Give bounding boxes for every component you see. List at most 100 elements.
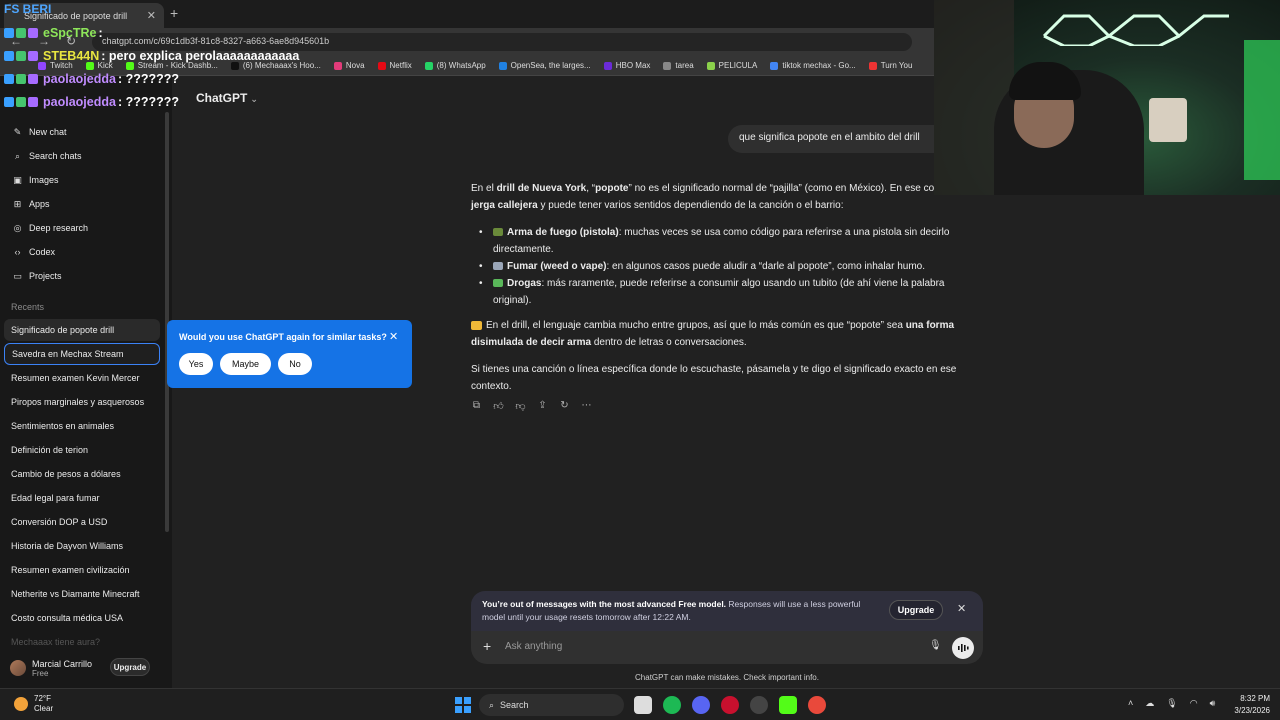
more-icon[interactable]: ⋯: [580, 399, 593, 412]
list-item: Drogas: más raramente, puede referirse a…: [471, 275, 983, 309]
file-explorer-icon[interactable]: [634, 696, 652, 714]
sidebar-item-codex[interactable]: ‹› Codex: [4, 241, 162, 263]
recent-chat-item[interactable]: Costo consulta médica USA: [4, 607, 160, 629]
sidebar: ✎ New chat ⌕ Search chats ▣ Images ⊞ Apps ◎ Deep …: [0, 76, 172, 688]
close-icon[interactable]: ✕: [147, 9, 156, 22]
stream-overlay-label: FS BERI: [4, 2, 52, 16]
share-icon[interactable]: ⇪: [536, 399, 549, 412]
windows-start-icon[interactable]: [455, 697, 471, 713]
upgrade-button[interactable]: Upgrade: [889, 600, 943, 620]
recent-chat-item[interactable]: Definición de terion: [4, 439, 160, 461]
bookmark-item[interactable]: Nova: [333, 61, 365, 70]
spotify-icon[interactable]: [663, 696, 681, 714]
sidebar-item-label: Apps: [29, 199, 50, 209]
bookmark-icon: [424, 61, 433, 70]
hexagon-lights: [1042, 14, 1229, 46]
bookmark-item[interactable]: tarea: [663, 61, 694, 70]
no-button[interactable]: No: [278, 353, 312, 375]
kick-icon[interactable]: [779, 696, 797, 714]
maybe-button[interactable]: Maybe: [220, 353, 271, 375]
smoke-icon: [493, 262, 503, 271]
bookmark-label: Turn You: [880, 61, 913, 70]
sidebar-item-label: Deep research: [29, 223, 89, 233]
bookmark-icon: [498, 61, 507, 70]
yes-button[interactable]: Yes: [179, 353, 213, 375]
sidebar-item-images[interactable]: ▣ Images: [4, 169, 162, 191]
avatar: [10, 660, 26, 676]
bookmark-item[interactable]: PELICULA: [706, 61, 758, 70]
discord-icon[interactable]: [692, 696, 710, 714]
user-plan: Free: [32, 668, 49, 678]
bookmark-item[interactable]: HBO Max: [603, 61, 650, 70]
sidebar-item-deep-research[interactable]: ◎ Deep research: [4, 217, 162, 239]
chat-username: paolaojedda: [43, 72, 116, 86]
user-name: Marcial Carrillo: [32, 658, 93, 669]
close-icon[interactable]: ✕: [389, 330, 398, 343]
thumbs-up-icon[interactable]: 👍︎: [492, 399, 505, 412]
recent-chat-item[interactable]: Netherite vs Diamante Minecraft: [4, 583, 160, 605]
microphone-icon[interactable]: 🎙︎: [1166, 698, 1177, 709]
sidebar-upgrade-button[interactable]: Upgrade: [110, 658, 150, 676]
telescope-icon: ◎: [13, 222, 22, 233]
bookmark-item[interactable]: Turn You: [868, 61, 913, 70]
chevron-up-icon[interactable]: ˄: [1128, 698, 1133, 709]
recent-chat-item[interactable]: Savedra en Mechax Stream: [4, 343, 160, 365]
usage-limit-banner: You’re out of messages with the most adv…: [471, 591, 983, 631]
list-item: Arma de fuego (pistola): muchas veces se…: [471, 224, 983, 258]
new-tab-icon[interactable]: +: [170, 5, 178, 21]
sidebar-item-search-chats[interactable]: ⌕ Search chats: [4, 145, 162, 167]
bookmark-label: PELICULA: [718, 61, 758, 70]
chat-badge-icon: [28, 28, 38, 38]
recent-chat-item[interactable]: Resumen examen Kevin Mercer: [4, 367, 160, 389]
sidebar-item-new-chat[interactable]: ✎ New chat: [4, 121, 162, 143]
recent-chat-item[interactable]: Historia de Dayvon Williams: [4, 535, 160, 557]
pointing-hand-icon: [471, 320, 482, 330]
bookmark-item[interactable]: (8) WhatsApp: [424, 61, 486, 70]
user-menu[interactable]: Marcial Carrillo Free Upgrade: [0, 648, 172, 688]
sidebar-item-apps[interactable]: ⊞ Apps: [4, 193, 162, 215]
webcam-overlay: [934, 0, 1280, 195]
bookmark-item[interactable]: OpenSea, the larges...: [498, 61, 591, 70]
assistant-message: En el drill de Nueva York, “popote” no e…: [471, 180, 983, 405]
model-selector[interactable]: ChatGPT ⌄: [196, 91, 258, 105]
sidebar-item-projects[interactable]: ▭ Projects: [4, 265, 162, 287]
edit-icon: ✎: [13, 126, 22, 137]
obs-icon[interactable]: [750, 696, 768, 714]
volume-icon[interactable]: 🔊︎: [1210, 698, 1216, 709]
thumbs-down-icon[interactable]: 👎︎: [514, 399, 527, 412]
wifi-icon[interactable]: ◠: [1190, 698, 1198, 709]
chat-badge-icon: [28, 51, 38, 61]
sidebar-item-label: Projects: [29, 271, 62, 281]
chat-badge-icon: [16, 74, 26, 84]
copy-icon[interactable]: ⧉: [470, 399, 483, 412]
recent-chat-item[interactable]: Significado de popote drill: [4, 319, 160, 341]
network-icon[interactable]: ☁: [1145, 698, 1154, 709]
chat-badge-icon: [16, 51, 26, 61]
voice-mode-icon[interactable]: [952, 637, 974, 659]
close-icon[interactable]: ✕: [957, 602, 966, 615]
plus-icon[interactable]: +: [483, 638, 491, 654]
bookmark-label: tiktok mechax - Go...: [782, 61, 856, 70]
bookmark-item[interactable]: Netflix: [377, 61, 412, 70]
chat-badge-icon: [28, 97, 38, 107]
chrome-icon[interactable]: [808, 696, 826, 714]
recents-title: Recents: [11, 302, 45, 312]
bookmark-icon: [603, 61, 612, 70]
recent-chat-item[interactable]: Edad legal para fumar: [4, 487, 160, 509]
taskbar-search[interactable]: ⌕ Search: [479, 694, 624, 716]
recent-chat-item[interactable]: Cambio de pesos a dólares: [4, 463, 160, 485]
bookmark-icon: [663, 61, 672, 70]
bookmark-item[interactable]: tiktok mechax - Go...: [770, 61, 856, 70]
regenerate-icon[interactable]: ↻: [558, 399, 571, 412]
opera-icon[interactable]: [721, 696, 739, 714]
microphone-icon[interactable]: 🎙︎: [929, 640, 942, 651]
chat-badge-icon: [4, 74, 14, 84]
recent-chat-item[interactable]: Sentimientos en animales: [4, 415, 160, 437]
clock[interactable]: 8:32 PM 3/23/2026: [1222, 693, 1270, 717]
prompt-input[interactable]: Ask anything: [505, 641, 562, 652]
recent-chat-item[interactable]: Resumen examen civilización: [4, 559, 160, 581]
recent-chat-item[interactable]: Piropos marginales y asquerosos: [4, 391, 160, 413]
search-icon: ⌕: [489, 699, 495, 710]
recent-chat-item[interactable]: Conversión DOP a USD: [4, 511, 160, 533]
weather-widget[interactable]: 72°F Clear: [14, 694, 53, 714]
